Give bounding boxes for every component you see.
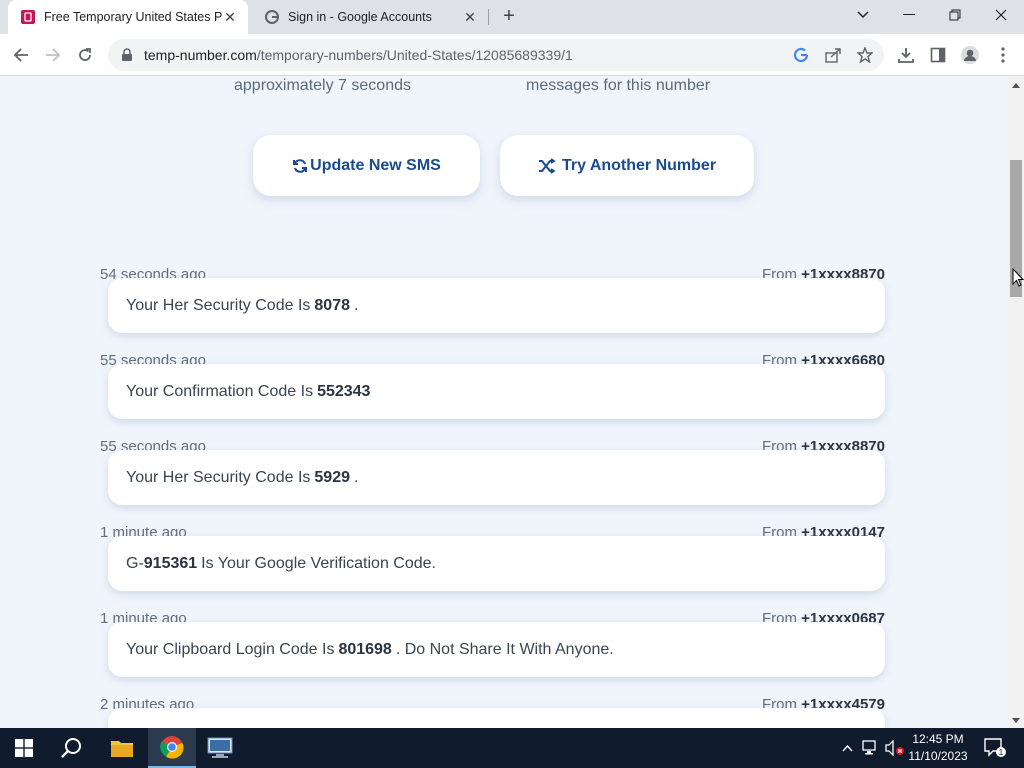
address-bar[interactable]: temp-number.com/temporary-numbers/United… xyxy=(108,39,884,71)
scroll-up-arrow-icon[interactable] xyxy=(1008,77,1024,93)
taskbar-clock[interactable]: 12:45 PM 11/10/2023 xyxy=(900,731,976,765)
tab-google-signin[interactable]: Sign in - Google Accounts ✕ xyxy=(252,0,488,34)
sms-message: 2 minutes ago From +1xxxx4579 xyxy=(100,696,885,728)
search-icon[interactable] xyxy=(48,728,96,768)
sms-message: 1 minute ago From +1xxxx0687 Your Clipboa… xyxy=(100,610,885,677)
notification-count: 1 xyxy=(999,748,1004,757)
sms-message: 55 seconds ago From +1xxxx6680 Your Confi… xyxy=(100,352,885,419)
message-post: . xyxy=(353,468,359,486)
back-icon[interactable] xyxy=(6,40,36,70)
sms-message: 54 seconds ago From +1xxxx8870 Your Her S… xyxy=(100,266,885,333)
message-bubble: G- 915361 Is Your Google Verification Code… xyxy=(108,536,885,591)
profile-avatar-icon[interactable] xyxy=(959,44,981,66)
tab-close-icon[interactable]: ✕ xyxy=(222,9,238,25)
url-path: /temporary-numbers/United-States/1208568… xyxy=(256,47,573,63)
message-pre: Your Clipboard Login Code Is xyxy=(126,640,335,658)
page-scrollbar[interactable] xyxy=(1008,77,1024,728)
page-content: approximately 7 seconds messages for thi… xyxy=(0,77,1008,728)
url-host: temp-number.com xyxy=(144,47,257,63)
windows-start-icon[interactable] xyxy=(0,728,48,768)
share-icon[interactable] xyxy=(824,46,842,64)
download-icon[interactable] xyxy=(895,44,917,66)
tab-title: Sign in - Google Accounts xyxy=(288,10,432,24)
message-pre: Your Confirmation Code Is xyxy=(126,382,314,400)
remote-desktop-icon[interactable] xyxy=(196,728,244,768)
message-post: . Do Not Share It With Anyone. xyxy=(395,640,614,658)
message-post: . xyxy=(353,296,359,314)
menu-kebab-icon[interactable] xyxy=(992,44,1014,66)
tab-strip: Free Temporary United States Ph ✕ Sign i… xyxy=(0,0,1024,34)
message-pre: G- xyxy=(126,554,144,572)
google-lens-icon[interactable] xyxy=(792,46,810,64)
url-text: temp-number.com/temporary-numbers/United… xyxy=(144,47,573,63)
update-button-label: Update New SMS xyxy=(310,156,441,174)
message-bubble xyxy=(108,708,885,728)
sms-message: 1 minute ago From +1xxxx0147 G- 915361 Is Y… xyxy=(100,524,885,591)
browser-toolbar: temp-number.com/temporary-numbers/United… xyxy=(0,34,1024,76)
message-code: 8078 xyxy=(314,296,350,314)
notification-center-icon[interactable]: 1 xyxy=(980,728,1010,768)
tab-close-icon[interactable]: ✕ xyxy=(462,9,478,25)
sms-message: 55 seconds ago From +1xxxx8870 Your Her S… xyxy=(100,438,885,505)
clock-date: 11/10/2023 xyxy=(908,749,968,763)
windows-taskbar: 12:45 PM 11/10/2023 1 xyxy=(0,728,1024,768)
clock-time: 12:45 PM xyxy=(912,732,964,746)
tab-separator xyxy=(488,9,489,25)
message-code: 5929 xyxy=(314,468,350,486)
message-code: 915361 xyxy=(143,554,198,572)
try-another-number-button[interactable]: Try Another Number xyxy=(500,135,754,196)
window-close-icon[interactable] xyxy=(978,0,1024,30)
restore-icon[interactable] xyxy=(932,0,978,30)
tab-search-icon[interactable] xyxy=(840,0,886,30)
message-post: Is Your Google Verification Code. xyxy=(201,554,436,572)
message-code: 801698 xyxy=(338,640,392,658)
google-favicon-icon xyxy=(264,9,280,25)
message-pre: Your Her Security Code Is xyxy=(126,296,311,314)
forward-icon[interactable] xyxy=(38,40,68,70)
lock-icon[interactable] xyxy=(120,48,134,62)
update-new-sms-button[interactable]: Update New SMS xyxy=(253,135,480,196)
scroll-down-arrow-icon[interactable] xyxy=(1008,712,1024,728)
another-button-label: Try Another Number xyxy=(561,156,717,174)
message-count-text: messages for this number xyxy=(526,77,711,94)
refresh-interval-text: approximately 7 seconds xyxy=(234,77,411,94)
side-panel-icon[interactable] xyxy=(927,44,949,66)
chrome-taskbar-icon[interactable] xyxy=(148,728,196,768)
message-bubble: Your Her Security Code Is 5929. xyxy=(108,450,885,505)
mouse-cursor-icon xyxy=(1012,267,1024,293)
refresh-icon xyxy=(293,158,308,173)
message-bubble: Your Her Security Code Is 8078. xyxy=(108,278,885,333)
message-pre: Your Her Security Code Is xyxy=(126,468,311,486)
new-tab-icon[interactable]: + xyxy=(498,5,520,27)
minimize-icon[interactable] xyxy=(886,0,932,30)
tray-chevron-up-icon[interactable] xyxy=(838,728,856,768)
message-bubble: Your Clipboard Login Code Is 801698. Do N… xyxy=(108,622,885,677)
tab-title: Free Temporary United States Ph xyxy=(44,10,222,24)
file-explorer-icon[interactable] xyxy=(98,728,146,768)
reload-icon[interactable] xyxy=(70,40,100,70)
temp-number-favicon-icon xyxy=(20,9,36,25)
message-bubble: Your Confirmation Code Is 552343 xyxy=(108,364,885,419)
bookmark-star-icon[interactable] xyxy=(856,46,874,64)
network-icon[interactable] xyxy=(860,728,882,768)
shuffle-icon xyxy=(538,157,556,174)
message-code: 552343 xyxy=(317,382,371,400)
tab-temp-number[interactable]: Free Temporary United States Ph ✕ xyxy=(8,0,248,34)
